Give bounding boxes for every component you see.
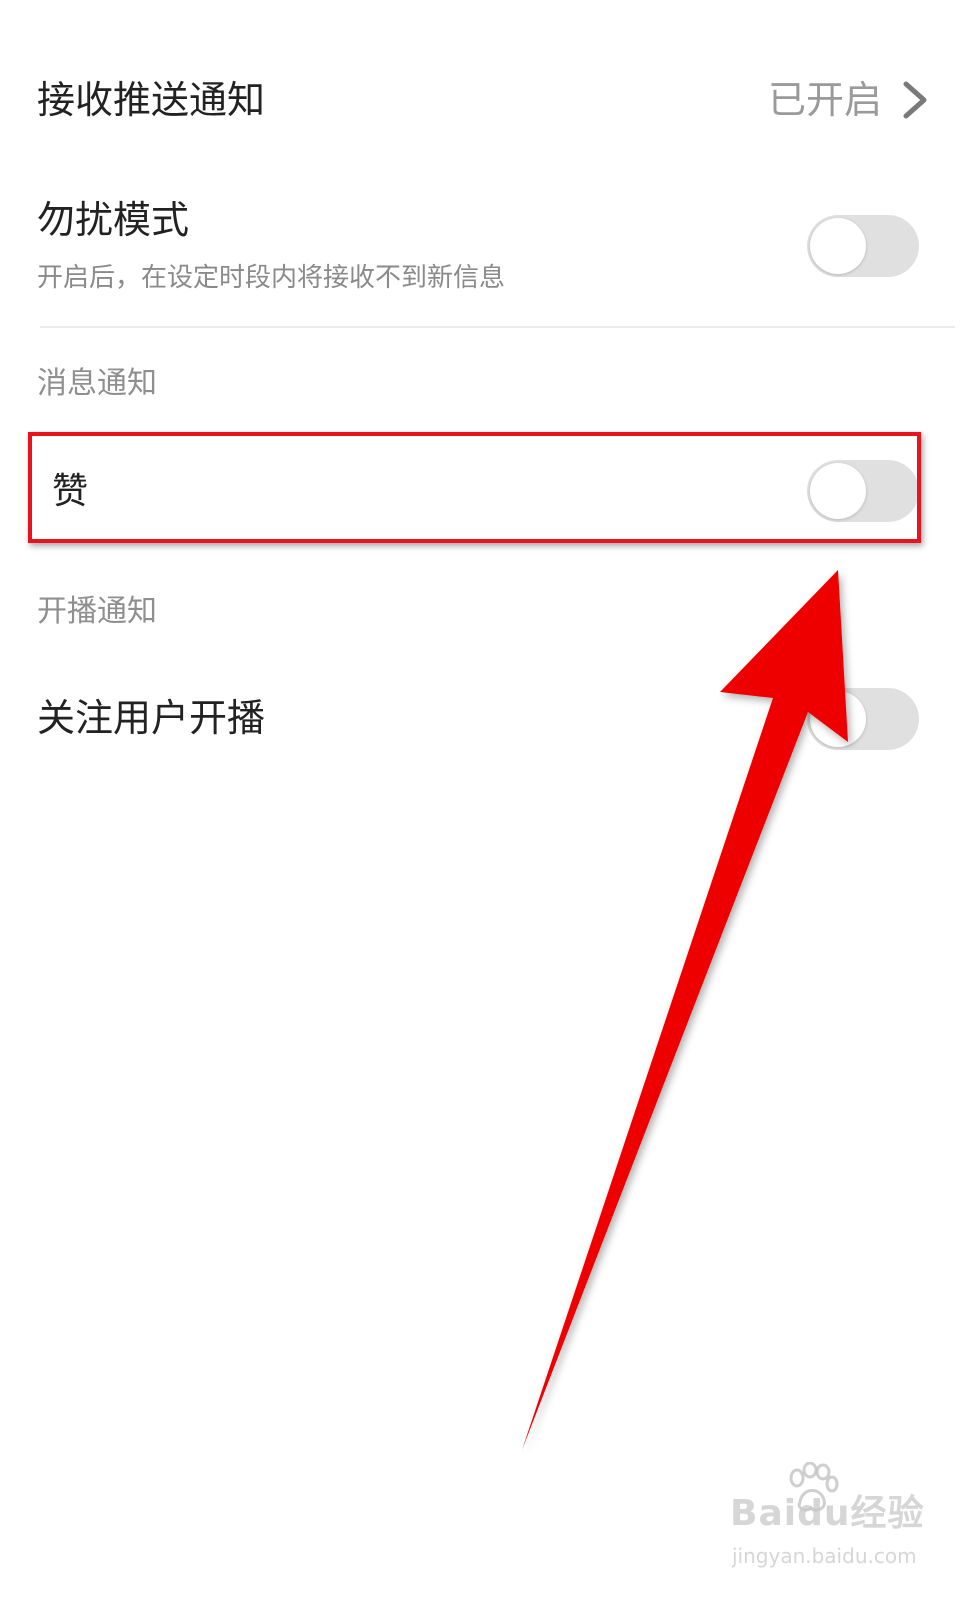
push-notification-row[interactable]: 接收推送通知 已开启 bbox=[0, 40, 973, 160]
toggle-knob bbox=[810, 691, 866, 747]
annotation-highlight-box bbox=[28, 432, 921, 543]
do-not-disturb-toggle[interactable] bbox=[807, 215, 919, 277]
watermark-url: jingyan.baidu.com bbox=[732, 1544, 917, 1568]
message-notification-section-header: 消息通知 bbox=[37, 366, 157, 401]
push-notification-title: 接收推送通知 bbox=[37, 78, 266, 122]
watermark-brand: Baidu经验 bbox=[730, 1493, 925, 1534]
divider bbox=[40, 326, 955, 328]
baidu-paw-icon bbox=[789, 1462, 839, 1512]
live-notification-section-header: 开播通知 bbox=[37, 594, 157, 629]
notification-settings-screen: 接收推送通知 已开启 勿扰模式 开启后，在设定时段内将接收不到新信息 消息通知 … bbox=[0, 0, 973, 1600]
toggle-knob bbox=[810, 218, 866, 274]
followed-user-live-toggle[interactable] bbox=[807, 688, 919, 750]
chevron-right-icon bbox=[903, 81, 927, 119]
push-notification-status: 已开启 bbox=[768, 78, 883, 122]
do-not-disturb-title: 勿扰模式 bbox=[37, 198, 190, 242]
do-not-disturb-description: 开启后，在设定时段内将接收不到新信息 bbox=[37, 263, 506, 293]
baidu-jingyan-watermark: Baidu经验 jingyan.baidu.com bbox=[726, 1462, 926, 1582]
do-not-disturb-row: 勿扰模式 开启后，在设定时段内将接收不到新信息 bbox=[0, 180, 973, 320]
followed-user-live-title: 关注用户开播 bbox=[37, 696, 266, 740]
followed-user-live-row: 关注用户开播 bbox=[0, 670, 973, 770]
